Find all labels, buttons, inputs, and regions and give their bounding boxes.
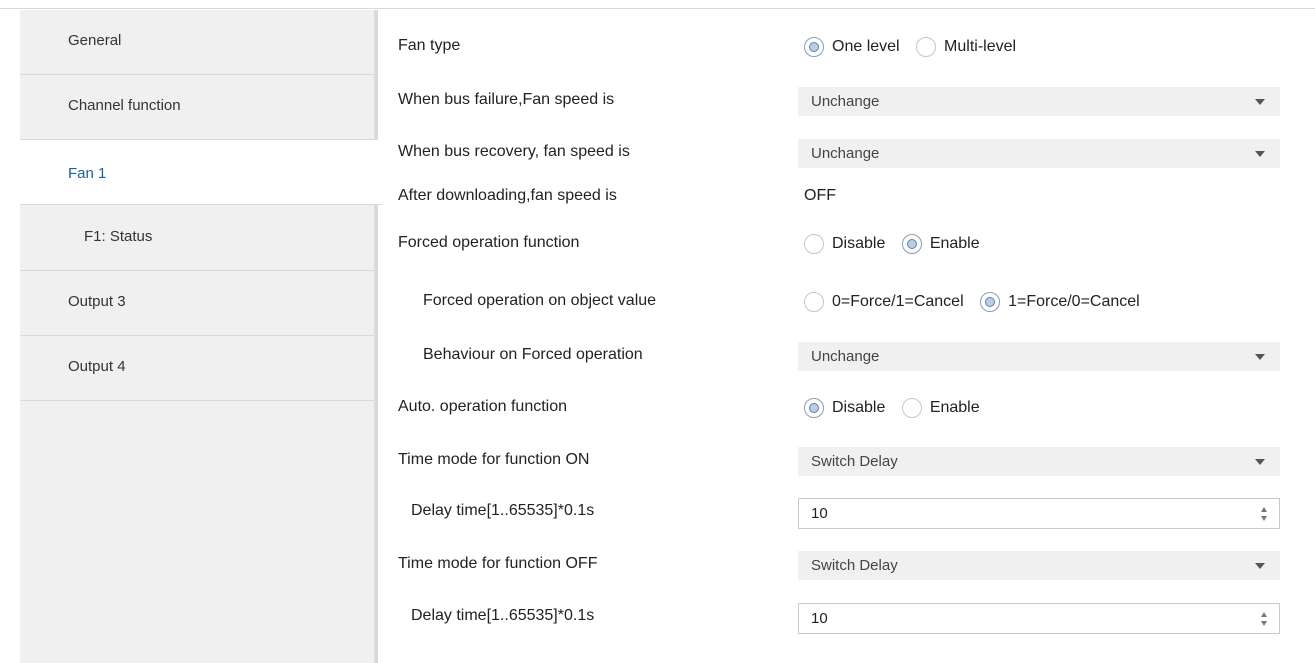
chevron-down-icon: [1255, 354, 1265, 360]
radio-circle: [901, 234, 922, 254]
bus-recovery-select[interactable]: Unchange: [798, 139, 1280, 168]
sidebar-item-label: Output 3: [68, 293, 126, 310]
sidebar-item-label: Fan 1: [68, 165, 107, 182]
delay-off-row: Delay time[1..65535]*0.1s 10: [398, 603, 1298, 634]
forced-behaviour-select[interactable]: Unchange: [798, 342, 1280, 371]
spin-down-icon[interactable]: [1261, 621, 1267, 626]
radio-circle: [804, 37, 824, 57]
spin-down-icon[interactable]: [1261, 516, 1267, 521]
time-mode-off-row: Time mode for function OFF Switch Delay: [398, 551, 1298, 581]
radio-circle: [980, 292, 1001, 312]
forced-object-row: Forced operation on object value 0=Force…: [398, 288, 1298, 318]
bus-recovery-row: When bus recovery, fan speed is Unchange: [398, 139, 1298, 169]
fan-type-multi-level-radio[interactable]: Multi-level: [916, 35, 1016, 61]
sidebar-item-label: F1: Status: [84, 228, 153, 245]
bus-failure-row: When bus failure,Fan speed is Unchange: [398, 87, 1298, 117]
forced-object-0-force-radio[interactable]: 0=Force/1=Cancel: [804, 290, 964, 316]
forced-function-row: Forced operation function Disable Enable: [398, 230, 1298, 260]
select-value: Unchange: [811, 348, 880, 365]
input-value: 10: [811, 505, 828, 522]
bus-failure-select[interactable]: Unchange: [798, 87, 1280, 116]
time-mode-on-label: Time mode for function ON: [398, 451, 590, 468]
radio-circle: [916, 37, 937, 57]
time-mode-off-select[interactable]: Switch Delay: [798, 551, 1280, 580]
auto-function-row: Auto. operation function Disable Enable: [398, 394, 1298, 424]
chevron-down-icon: [1255, 99, 1265, 105]
fan-type-label: Fan type: [398, 37, 461, 54]
radio-circle: [804, 398, 824, 418]
forced-behaviour-row: Behaviour on Forced operation Unchange: [398, 342, 1298, 372]
time-mode-on-row: Time mode for function ON Switch Delay: [398, 447, 1298, 477]
forced-behaviour-label: Behaviour on Forced operation: [423, 346, 643, 363]
radio-label: Enable: [929, 235, 980, 252]
radio-circle: [804, 292, 824, 312]
delay-on-label: Delay time[1..65535]*0.1s: [411, 502, 595, 519]
forced-function-radio-group: Disable Enable: [804, 232, 992, 258]
forced-object-radio-group: 0=Force/1=Cancel 1=Force/0=Cancel: [804, 290, 1152, 316]
sidebar-item-label: General: [68, 32, 122, 49]
forced-function-label: Forced operation function: [398, 234, 580, 251]
sidebar-item-output-3[interactable]: Output 3: [20, 271, 374, 336]
delay-on-row: Delay time[1..65535]*0.1s 10: [398, 498, 1298, 529]
forced-function-disable-radio[interactable]: Disable: [804, 232, 885, 258]
radio-label: Disable: [832, 399, 886, 416]
sidebar-item-general[interactable]: General: [20, 10, 374, 75]
fan-type-row: Fan type One level Multi-level: [398, 33, 1298, 63]
spin-up-icon[interactable]: [1261, 612, 1267, 617]
time-mode-off-label: Time mode for function OFF: [398, 555, 598, 572]
sidebar-item-label: Channel function: [68, 97, 181, 114]
spin-up-icon[interactable]: [1261, 507, 1267, 512]
sidebar-item-channel-function[interactable]: Channel function: [20, 75, 374, 140]
chevron-down-icon: [1255, 563, 1265, 569]
radio-label: Multi-level: [944, 38, 1017, 55]
forced-object-label: Forced operation on object value: [423, 292, 657, 309]
auto-function-disable-radio[interactable]: Disable: [804, 396, 885, 422]
radio-label: One level: [832, 38, 900, 55]
after-download-label: After downloading,fan speed is: [398, 187, 617, 204]
radio-label: Disable: [832, 235, 886, 252]
chevron-down-icon: [1255, 459, 1265, 465]
radio-label: 1=Force/0=Cancel: [1008, 293, 1140, 310]
select-value: Switch Delay: [811, 557, 898, 574]
sidebar-item-fan-1[interactable]: Fan 1: [20, 140, 382, 205]
radio-circle: [804, 234, 824, 254]
time-mode-on-select[interactable]: Switch Delay: [798, 447, 1280, 476]
radio-circle: [901, 398, 922, 418]
sidebar: General Channel function Fan 1 F1: Statu…: [20, 10, 382, 663]
input-value: 10: [811, 610, 828, 627]
after-download-row: After downloading,fan speed is OFF: [398, 183, 1298, 213]
forced-function-enable-radio[interactable]: Enable: [901, 232, 980, 258]
chevron-down-icon: [1255, 151, 1265, 157]
after-download-value: OFF: [804, 187, 836, 204]
delay-on-input[interactable]: 10: [798, 498, 1280, 529]
radio-label: Enable: [929, 399, 980, 416]
bus-recovery-label: When bus recovery, fan speed is: [398, 143, 630, 160]
auto-function-label: Auto. operation function: [398, 398, 568, 415]
top-divider: [0, 8, 1315, 9]
select-value: Unchange: [811, 145, 880, 162]
bus-failure-label: When bus failure,Fan speed is: [398, 91, 615, 108]
fan-type-radio-group: One level Multi-level: [804, 35, 1028, 61]
auto-function-enable-radio[interactable]: Enable: [901, 396, 980, 422]
radio-label: 0=Force/1=Cancel: [832, 293, 964, 310]
sidebar-item-label: Output 4: [68, 358, 126, 375]
select-value: Unchange: [811, 93, 880, 110]
delay-off-label: Delay time[1..65535]*0.1s: [411, 607, 595, 624]
forced-object-1-force-radio[interactable]: 1=Force/0=Cancel: [980, 290, 1140, 316]
delay-off-input[interactable]: 10: [798, 603, 1280, 634]
select-value: Switch Delay: [811, 453, 898, 470]
fan-type-one-level-radio[interactable]: One level: [804, 35, 900, 61]
sidebar-item-output-4[interactable]: Output 4: [20, 336, 374, 401]
auto-function-radio-group: Disable Enable: [804, 396, 992, 422]
sidebar-item-f1-status[interactable]: F1: Status: [20, 206, 374, 271]
